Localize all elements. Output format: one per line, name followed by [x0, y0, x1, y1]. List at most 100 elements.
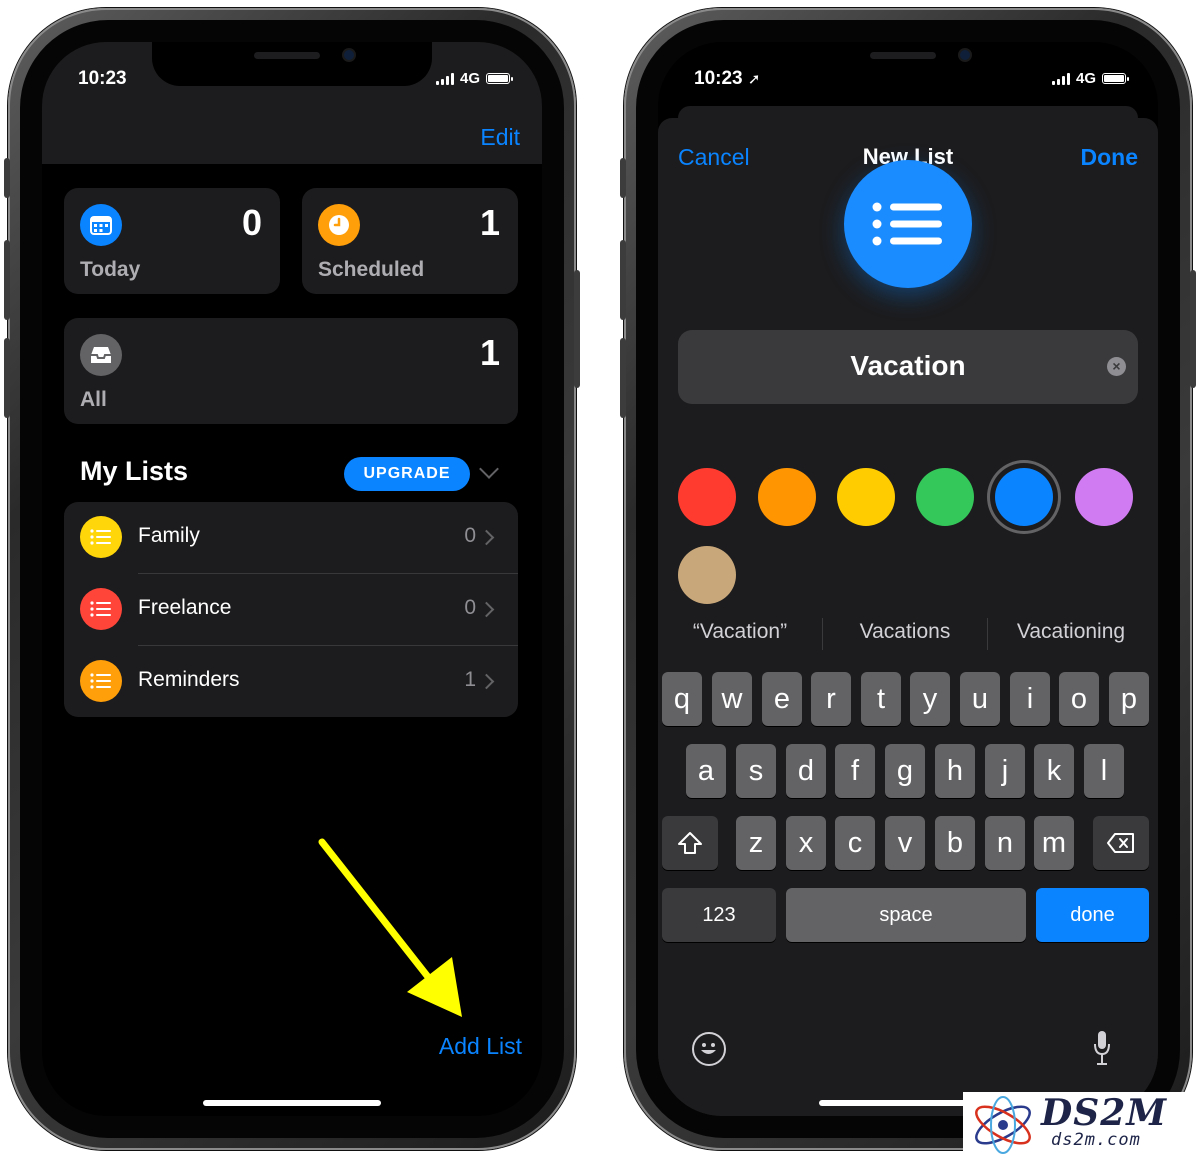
- key-o[interactable]: o: [1059, 672, 1099, 726]
- key-y[interactable]: y: [910, 672, 950, 726]
- chevron-down-icon[interactable]: [479, 459, 499, 479]
- key-d[interactable]: d: [786, 744, 826, 798]
- watermark-brand: DS2M: [1041, 1092, 1168, 1134]
- clear-icon[interactable]: ×: [1107, 357, 1126, 376]
- status-bar: 10:23 4G: [42, 62, 542, 92]
- edit-button[interactable]: Edit: [480, 124, 520, 151]
- suggestion-2[interactable]: Vacations: [823, 614, 987, 650]
- add-list-button[interactable]: Add List: [439, 1033, 522, 1060]
- status-time: 10:23: [78, 68, 127, 89]
- clock-icon: [318, 204, 360, 246]
- microphone-icon[interactable]: [1094, 1030, 1110, 1066]
- numbers-key[interactable]: 123: [662, 888, 776, 942]
- key-a[interactable]: a: [686, 744, 726, 798]
- status-bar: 10:23 ➚ 4G: [658, 62, 1158, 92]
- home-indicator[interactable]: [203, 1100, 381, 1106]
- key-u[interactable]: u: [960, 672, 1000, 726]
- calendar-icon: [80, 204, 122, 246]
- key-c[interactable]: c: [835, 816, 875, 870]
- backspace-key[interactable]: [1093, 816, 1149, 870]
- color-swatch-red[interactable]: [678, 468, 736, 526]
- key-v[interactable]: v: [885, 816, 925, 870]
- location-arrow-icon: ➚: [747, 71, 761, 88]
- key-f[interactable]: f: [835, 744, 875, 798]
- done-key[interactable]: done: [1036, 888, 1149, 942]
- key-g[interactable]: g: [885, 744, 925, 798]
- color-swatch-brown[interactable]: [678, 546, 736, 604]
- list-bullet-icon: [80, 516, 122, 558]
- all-count: 1: [479, 332, 500, 373]
- suggestion-3[interactable]: Vacationing: [988, 614, 1154, 650]
- signal-icon: [1051, 72, 1070, 85]
- key-p[interactable]: p: [1109, 672, 1149, 726]
- my-lists-heading: My Lists: [80, 456, 189, 486]
- scheduled-card[interactable]: 1 Scheduled: [302, 188, 518, 294]
- speaker: [870, 52, 936, 59]
- all-label: All: [80, 388, 107, 411]
- key-i[interactable]: i: [1010, 672, 1050, 726]
- watermark-site: ds2m.com: [1051, 1130, 1141, 1150]
- key-w[interactable]: w: [712, 672, 752, 726]
- power-button: [1190, 270, 1196, 388]
- front-camera: [960, 50, 970, 60]
- key-t[interactable]: t: [861, 672, 901, 726]
- chevron-right-icon: [478, 673, 495, 690]
- key-s[interactable]: s: [736, 744, 776, 798]
- key-x[interactable]: x: [786, 816, 826, 870]
- volume-up-button: [4, 240, 10, 320]
- list-item[interactable]: Freelance 0: [64, 574, 518, 646]
- all-card[interactable]: 1 All: [64, 318, 518, 424]
- color-swatch-purple[interactable]: [1075, 468, 1133, 526]
- volume-down-button: [620, 338, 626, 418]
- network-label: 4G: [459, 70, 480, 87]
- shift-icon: [678, 832, 702, 854]
- upgrade-button[interactable]: UPGRADE: [344, 457, 470, 491]
- key-l[interactable]: l: [1084, 744, 1124, 798]
- space-key[interactable]: space: [786, 888, 1026, 942]
- list-item[interactable]: Family 0: [64, 502, 518, 574]
- speaker: [254, 52, 320, 59]
- right-phone-frame: 10:23 ➚ 4G Cancel New List Done Vacation…: [620, 8, 1196, 1150]
- list-count: 0: [464, 596, 476, 619]
- key-k[interactable]: k: [1034, 744, 1074, 798]
- shift-key[interactable]: [662, 816, 718, 870]
- list-name: Reminders: [138, 668, 240, 691]
- color-swatch-blue[interactable]: [995, 468, 1053, 526]
- color-swatch-green[interactable]: [916, 468, 974, 526]
- backspace-icon: [1107, 833, 1134, 853]
- list-count: 0: [464, 524, 476, 547]
- list-bullet-icon[interactable]: [844, 160, 972, 288]
- key-z[interactable]: z: [736, 816, 776, 870]
- chevron-right-icon: [478, 601, 495, 618]
- watermark: DS2M ds2m.com: [963, 1092, 1193, 1158]
- key-b[interactable]: b: [935, 816, 975, 870]
- status-time: 10:23 ➚: [694, 68, 761, 89]
- key-e[interactable]: e: [762, 672, 802, 726]
- silent-switch: [620, 158, 626, 198]
- battery-icon: [486, 73, 513, 84]
- list-count: 1: [464, 668, 476, 691]
- scheduled-count: 1: [479, 202, 500, 243]
- list-name-input[interactable]: Vacation ×: [678, 330, 1138, 404]
- suggestion-1[interactable]: “Vacation”: [658, 614, 822, 650]
- list-item[interactable]: Reminders 1: [64, 646, 518, 717]
- color-swatch-orange[interactable]: [758, 468, 816, 526]
- key-h[interactable]: h: [935, 744, 975, 798]
- key-n[interactable]: n: [985, 816, 1025, 870]
- key-r[interactable]: r: [811, 672, 851, 726]
- signal-icon: [435, 72, 454, 85]
- color-swatch-yellow[interactable]: [837, 468, 895, 526]
- key-q[interactable]: q: [662, 672, 702, 726]
- chevron-right-icon: [478, 529, 495, 546]
- emoji-icon[interactable]: [692, 1032, 726, 1066]
- volume-down-button: [4, 338, 10, 418]
- key-j[interactable]: j: [985, 744, 1025, 798]
- done-button[interactable]: Done: [1081, 144, 1139, 171]
- key-m[interactable]: m: [1034, 816, 1074, 870]
- atom-logo-icon: [975, 1096, 1031, 1154]
- power-button: [574, 270, 580, 388]
- today-card[interactable]: 0 Today: [64, 188, 280, 294]
- battery-icon: [1102, 73, 1129, 84]
- network-label: 4G: [1075, 70, 1096, 87]
- today-count: 0: [241, 202, 262, 243]
